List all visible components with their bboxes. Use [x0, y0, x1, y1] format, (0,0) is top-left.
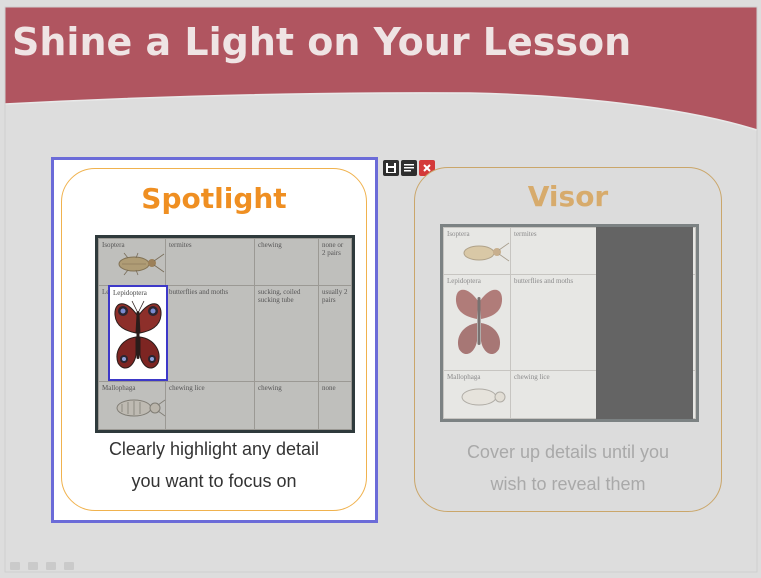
- presentation-slide: Shine a Light on Your Lesson Spotlight I…: [0, 0, 761, 578]
- spotlight-caption: Clearly highlight any detail you want to…: [72, 433, 356, 497]
- menu-icon[interactable]: [401, 160, 417, 176]
- spotlight-caption-line: Clearly highlight any detail: [108, 439, 320, 459]
- visor-caption-line: Cover up details until you: [466, 442, 670, 462]
- pen-icon[interactable]: [28, 562, 38, 570]
- spotlight-caption-line: you want to focus on: [131, 471, 297, 491]
- termite-illustration: [463, 242, 510, 262]
- table-cell: termites: [510, 227, 600, 275]
- visor-heading: Visor: [527, 180, 609, 213]
- visor-cover-block[interactable]: [596, 227, 693, 419]
- menu-icon[interactable]: [46, 562, 56, 570]
- visor-caption: Cover up details until you wish to revea…: [425, 436, 711, 500]
- visor-caption-line: wish to reveal them: [490, 474, 646, 494]
- highlight-label: Lepidoptera: [113, 289, 147, 297]
- slide-title: Shine a Light on Your Lesson: [12, 20, 632, 64]
- save-icon[interactable]: [383, 160, 399, 176]
- spotlight-card: Spotlight Isoptera termites chewing none…: [61, 168, 367, 511]
- butterfly-illustration: [114, 300, 162, 369]
- spotlight-highlight-window[interactable]: Lepidoptera: [108, 285, 168, 381]
- visor-card: Visor Isoptera termites Lepidoptera butt…: [414, 167, 722, 512]
- spotlight-heading: Spotlight: [141, 182, 287, 215]
- next-icon[interactable]: [64, 562, 74, 570]
- prev-icon[interactable]: [10, 562, 20, 570]
- louse-illustration: [461, 388, 506, 406]
- butterfly-illustration: [455, 289, 503, 355]
- spotlight-panel[interactable]: Spotlight Isoptera termites chewing none…: [51, 157, 378, 523]
- spotlight-table-image: Isoptera termites chewing none or 2 pair…: [95, 235, 355, 433]
- table-cell: chewing lice: [510, 370, 600, 419]
- slide-navigation: [10, 562, 74, 570]
- table-cell: butterflies and moths: [510, 274, 600, 371]
